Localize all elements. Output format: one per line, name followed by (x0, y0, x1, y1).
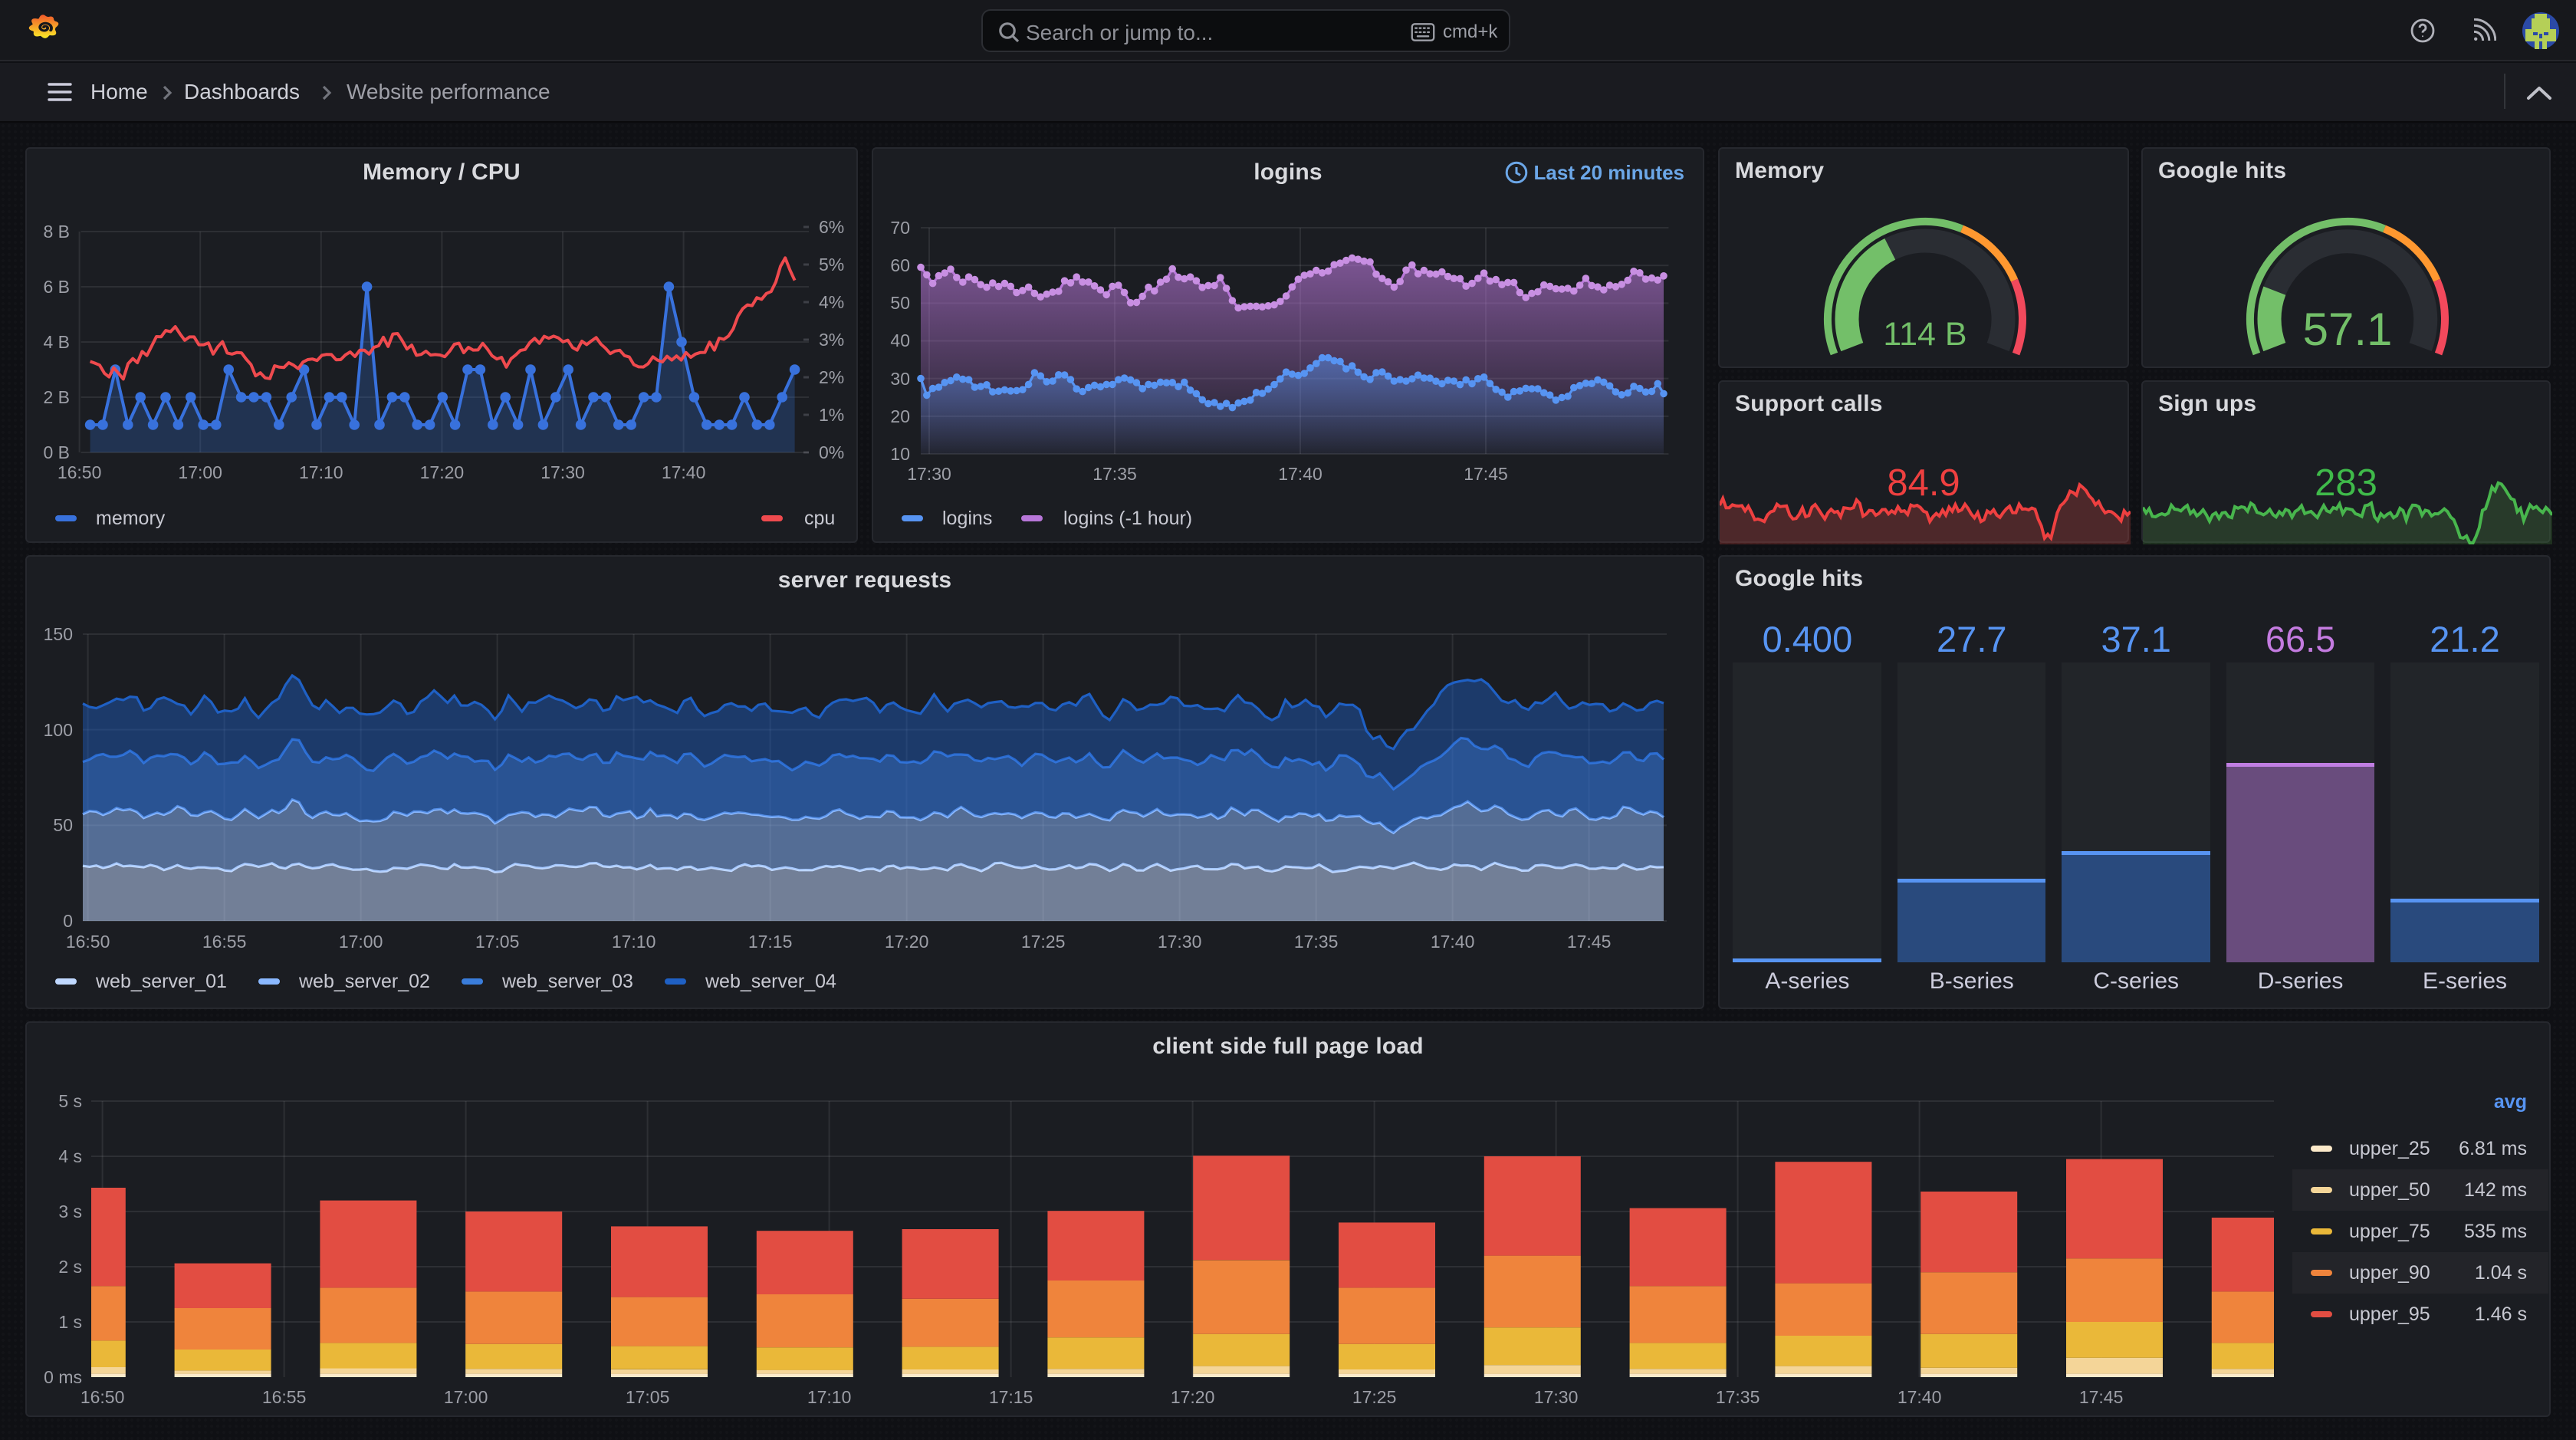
svg-text:57.1: 57.1 (2303, 304, 2393, 355)
svg-text:114 B: 114 B (1883, 316, 1967, 353)
